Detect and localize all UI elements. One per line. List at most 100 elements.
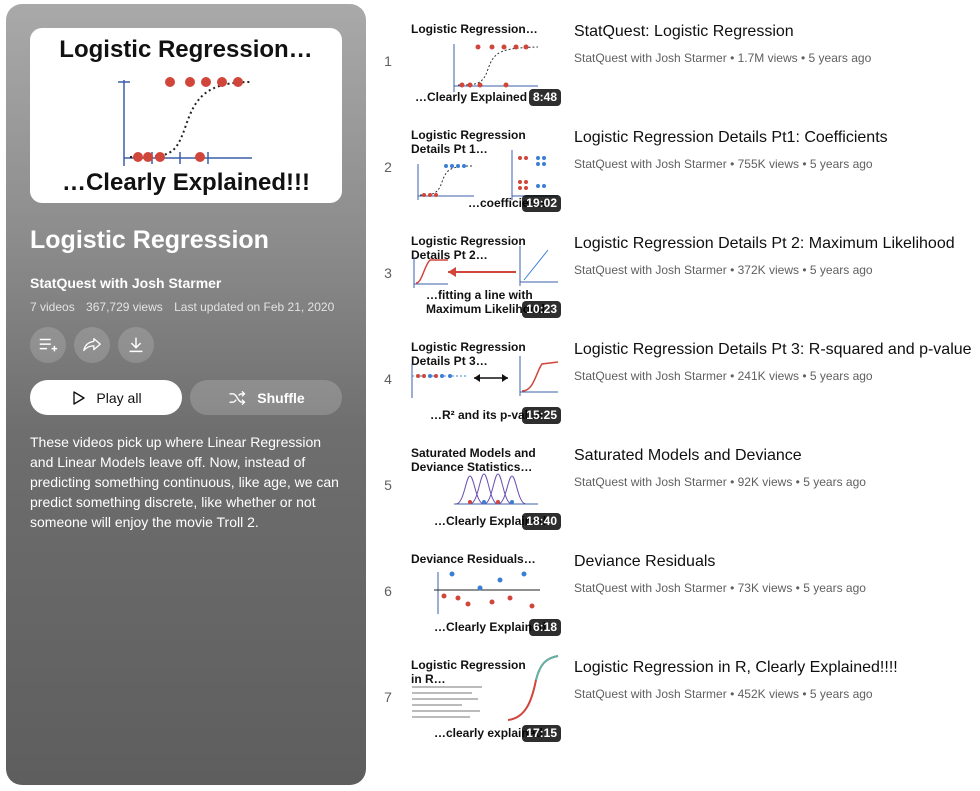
video-count: 7 videos [30, 300, 75, 314]
video-thumbnail[interactable]: Deviance Residuals… …Clearly Explained 6… [408, 544, 563, 638]
channel-link[interactable]: StatQuest with Josh Starmer [574, 157, 727, 171]
play-all-button[interactable]: Play all [30, 380, 182, 415]
video-title[interactable]: Saturated Models and Deviance [574, 446, 802, 466]
view-count: 1.7M views [737, 51, 798, 65]
duration-badge: 18:40 [522, 513, 561, 530]
video-title[interactable]: Logistic Regression Details Pt 2: Maximu… [574, 234, 955, 254]
separator: • [802, 263, 807, 277]
playlist-video-list: 1 Logistic Regression… …Clearly Explaine… [376, 14, 980, 756]
playlist-thumbnail[interactable]: Logistic Regression… …Clearly Explained!… [30, 28, 342, 203]
add-to-queue-icon [39, 338, 58, 352]
duration-badge: 6:18 [528, 619, 561, 636]
channel-link[interactable]: StatQuest with Josh Starmer [574, 687, 727, 701]
video-index: 2 [384, 159, 392, 175]
video-thumbnail[interactable]: Logistic Regression in R… …clearly expla… [408, 650, 563, 744]
video-metadata: StatQuest with Josh Starmer • 755K views… [574, 157, 873, 171]
view-count: 241K views [737, 369, 799, 383]
playlist-views: 367,729 views [86, 300, 163, 314]
video-index: 3 [384, 265, 392, 281]
view-count: 92K views [737, 475, 793, 489]
playlist-owner-link[interactable]: StatQuest with Josh Starmer [30, 275, 221, 291]
playlist-video-item[interactable]: 7 Logistic Regression in R… …clearly exp… [376, 650, 980, 756]
separator: • [730, 369, 735, 383]
video-metadata: StatQuest with Josh Starmer • 1.7M views… [574, 51, 871, 65]
video-thumbnail[interactable]: Logistic Regression Details Pt 3… …R² an… [408, 332, 563, 426]
video-title[interactable]: Logistic Regression Details Pt1: Coeffic… [574, 128, 888, 148]
separator: • [730, 157, 735, 171]
thumbnail-caption-bottom: …Clearly Explained [415, 90, 528, 104]
upload-age: 5 years ago [803, 581, 866, 595]
separator: • [730, 687, 735, 701]
upload-age: 5 years ago [808, 51, 872, 65]
upload-age: 5 years ago [809, 369, 873, 383]
video-metadata: StatQuest with Josh Starmer • 452K views… [574, 687, 873, 701]
channel-link[interactable]: StatQuest with Josh Starmer [574, 581, 727, 595]
separator: • [795, 581, 800, 595]
playlist-stats: 7 videos 367,729 views Last updated on F… [30, 300, 342, 314]
last-updated: Last updated on Feb 21, 2020 [174, 300, 335, 314]
separator: • [802, 157, 807, 171]
separator: • [730, 51, 735, 65]
separator: • [802, 369, 807, 383]
separator: • [795, 475, 800, 489]
playlist-title: Logistic Regression [30, 226, 269, 254]
duration-badge: 19:02 [522, 195, 561, 212]
play-all-label: Play all [96, 389, 142, 406]
duration-badge: 10:23 [522, 301, 561, 318]
duration-badge: 15:25 [522, 407, 561, 424]
playlist-video-item[interactable]: 6 Deviance Residuals… …Clearly Explained… [376, 544, 980, 650]
separator: • [730, 475, 735, 489]
video-metadata: StatQuest with Josh Starmer • 241K views… [574, 369, 873, 383]
channel-link[interactable]: StatQuest with Josh Starmer [574, 369, 727, 383]
thumbnail-title-bottom: …Clearly Explained!!! [61, 169, 311, 196]
separator: • [802, 687, 807, 701]
view-count: 755K views [737, 157, 799, 171]
channel-link[interactable]: StatQuest with Josh Starmer [574, 51, 727, 65]
video-thumbnail[interactable]: Logistic Regression Details Pt 1… …coeff… [408, 120, 563, 214]
shuffle-button[interactable]: Shuffle [190, 380, 342, 415]
upload-age: 5 years ago [809, 157, 873, 171]
video-title[interactable]: Logistic Regression in R, Clearly Explai… [574, 658, 898, 678]
download-button[interactable] [118, 327, 154, 363]
upload-age: 5 years ago [809, 263, 873, 277]
shuffle-icon [229, 390, 246, 405]
video-index: 1 [384, 53, 392, 69]
video-metadata: StatQuest with Josh Starmer • 92K views … [574, 475, 866, 489]
video-metadata: StatQuest with Josh Starmer • 372K views… [574, 263, 873, 277]
view-count: 73K views [737, 581, 793, 595]
add-to-queue-button[interactable] [30, 327, 66, 363]
channel-link[interactable]: StatQuest with Josh Starmer [574, 475, 727, 489]
view-count: 372K views [737, 263, 799, 277]
video-index: 6 [384, 583, 392, 599]
playlist-header: Logistic Regression… …Clearly Explained!… [6, 4, 366, 785]
separator: • [801, 51, 806, 65]
upload-age: 5 years ago [803, 475, 866, 489]
separator: • [730, 581, 735, 595]
playlist-video-item[interactable]: 2 Logistic Regression Details Pt 1… …coe… [376, 120, 980, 226]
playlist-video-item[interactable]: 1 Logistic Regression… …Clearly Explaine… [376, 14, 980, 120]
separator: • [730, 263, 735, 277]
playlist-video-item[interactable]: 5 Saturated Models and Deviance Statisti… [376, 438, 980, 544]
video-thumbnail[interactable]: Logistic Regression Details Pt 2… …fitti… [408, 226, 563, 320]
upload-age: 5 years ago [809, 687, 873, 701]
video-index: 5 [384, 477, 392, 493]
share-button[interactable] [74, 327, 110, 363]
download-icon [129, 337, 143, 353]
channel-link[interactable]: StatQuest with Josh Starmer [574, 263, 727, 277]
video-thumbnail[interactable]: Saturated Models and Deviance Statistics… [408, 438, 563, 532]
video-metadata: StatQuest with Josh Starmer • 73K views … [574, 581, 866, 595]
view-count: 452K views [737, 687, 799, 701]
playlist-video-item[interactable]: 4 Logistic Regression Details Pt 3… …R² … [376, 332, 980, 438]
shuffle-label: Shuffle [257, 389, 305, 406]
video-title[interactable]: Logistic Regression Details Pt 3: R-squa… [574, 340, 972, 360]
video-title[interactable]: StatQuest: Logistic Regression [574, 22, 794, 42]
playlist-video-item[interactable]: 3 Logistic Regression Details Pt 2… …fit… [376, 226, 980, 332]
video-index: 4 [384, 371, 392, 387]
share-icon [83, 337, 101, 352]
duration-badge: 8:48 [528, 89, 561, 106]
duration-badge: 17:15 [522, 725, 561, 742]
video-thumbnail[interactable]: Logistic Regression… …Clearly Explained … [408, 14, 563, 108]
playlist-description: These videos pick up where Linear Regres… [30, 434, 339, 530]
video-title[interactable]: Deviance Residuals [574, 552, 715, 572]
video-index: 7 [384, 689, 392, 705]
